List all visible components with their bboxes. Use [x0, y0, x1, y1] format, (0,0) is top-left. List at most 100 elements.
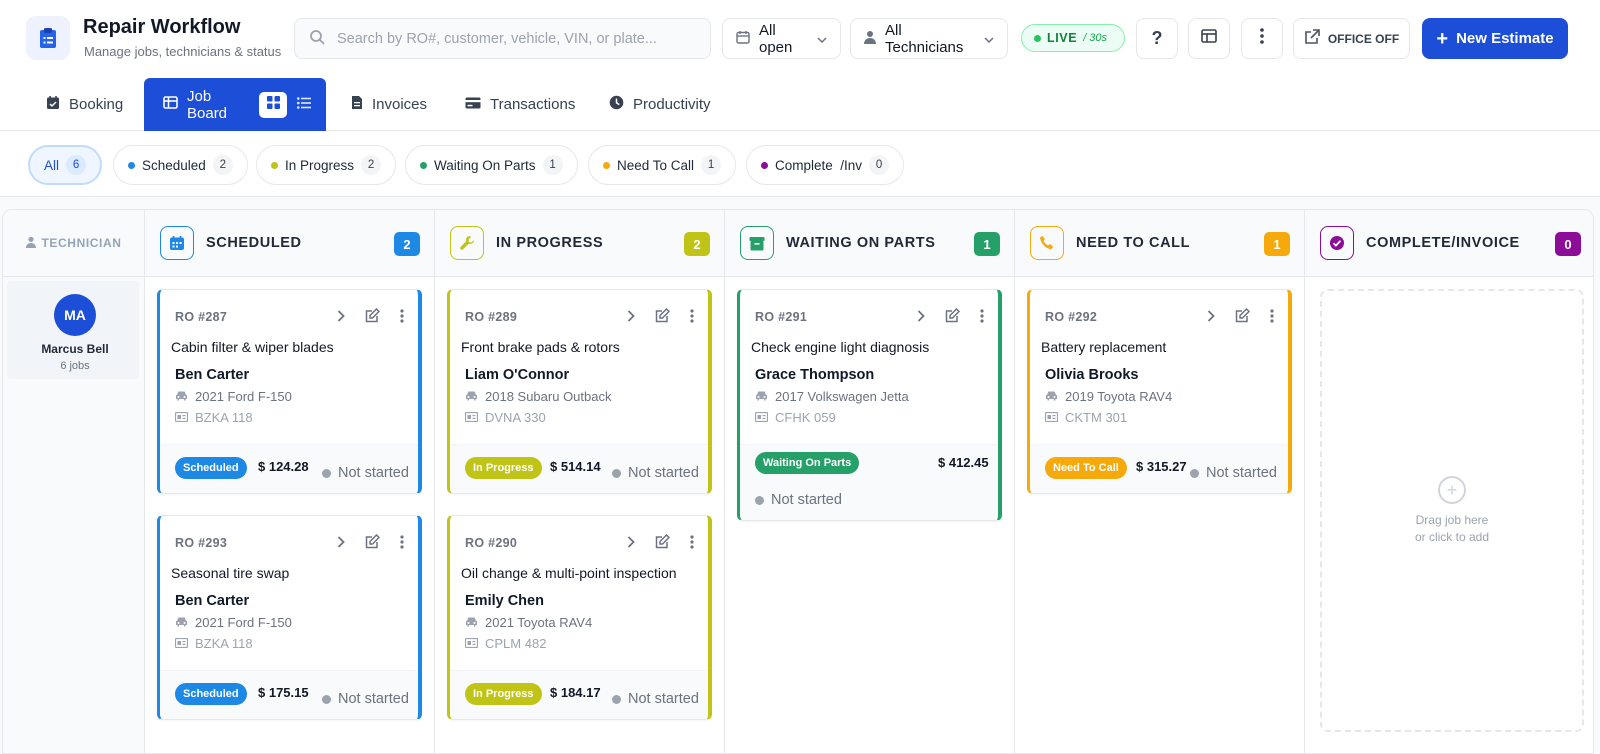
edit-icon[interactable] [655, 307, 671, 328]
edit-icon[interactable] [655, 533, 671, 554]
job-card[interactable]: RO #292 Battery replacement Olivia Brook… [1027, 289, 1292, 494]
status-dot [271, 161, 278, 169]
ro-number: RO #289 [465, 310, 518, 324]
technician-lane: MA Marcus Bell 6 jobs [3, 277, 145, 753]
technician-column-header: TECHNICIAN [3, 210, 145, 277]
more-vertical-icon[interactable] [980, 308, 984, 328]
status-dot [603, 161, 610, 169]
chip-label: Scheduled [142, 157, 206, 173]
service-description: Battery replacement [1041, 339, 1167, 355]
more-vertical-icon[interactable] [400, 534, 404, 554]
tab-productivity[interactable]: Productivity [609, 78, 711, 131]
more-vertical-icon[interactable] [400, 308, 404, 328]
technician-card[interactable]: MA Marcus Bell 6 jobs [7, 281, 139, 379]
progress-dot [755, 495, 764, 505]
list-view-button[interactable] [290, 92, 318, 118]
customer-name: Ben Carter [175, 593, 250, 609]
wrench-icon [450, 226, 484, 260]
more-vertical-icon[interactable] [690, 308, 694, 328]
service-description: Front brake pads & rotors [461, 339, 620, 355]
service-description: Seasonal tire swap [171, 565, 290, 581]
column-title: WAITING ON PARTS [786, 235, 936, 251]
new-estimate-button[interactable]: + New Estimate [1422, 18, 1568, 59]
tab-booking[interactable]: Booking [46, 78, 123, 131]
chevron-right-icon[interactable] [1207, 309, 1215, 327]
nav-tabs: Booking Job Board Invoices Transactions … [0, 78, 1600, 187]
drop-zone-line-2: or click to add [1414, 529, 1490, 544]
view-toggle [259, 91, 318, 118]
chip-scheduled[interactable]: Scheduled 2 [113, 145, 248, 185]
amount: $ 175.15 [258, 685, 309, 700]
more-button[interactable] [1241, 18, 1283, 59]
layout-button[interactable] [1188, 18, 1230, 59]
car-icon [465, 389, 478, 404]
edit-icon[interactable] [365, 533, 381, 554]
tab-invoices-label: Invoices [372, 96, 428, 113]
job-card[interactable]: RO #291 Check engine light diagnosis Gra… [737, 289, 1002, 521]
edit-icon[interactable] [365, 307, 381, 328]
chevron-right-icon[interactable] [337, 535, 345, 553]
chip-waiting-on-parts[interactable]: Waiting On Parts 1 [405, 145, 578, 185]
calendar-icon [736, 30, 750, 48]
car-icon [755, 389, 768, 404]
more-vertical-icon[interactable] [690, 534, 694, 554]
office-toggle-button[interactable]: OFFICE OFF [1293, 18, 1410, 59]
edit-icon[interactable] [1235, 307, 1251, 328]
column-title: IN PROGRESS [496, 235, 604, 251]
vehicle: 2018 Subaru Outback [485, 389, 612, 404]
chevron-down-icon [817, 30, 827, 47]
customer-name: Emily Chen [465, 593, 544, 609]
job-card[interactable]: RO #289 Front brake pads & rotors Liam O… [447, 289, 712, 494]
chevron-right-icon[interactable] [917, 309, 925, 327]
technician-filter-dropdown[interactable]: All Technicians [850, 18, 1008, 59]
tab-booking-label: Booking [69, 96, 124, 113]
column-header-complete-invoice: COMPLETE/INVOICE 0 [1305, 210, 1593, 277]
status-badge: Waiting On Parts [755, 452, 860, 474]
car-icon [175, 389, 188, 404]
customer-name: Grace Thompson [755, 367, 875, 383]
tab-transactions[interactable]: Transactions [465, 78, 575, 131]
chip-count: 6 [66, 155, 87, 175]
chip-label: In Progress [285, 157, 355, 173]
more-vertical-icon[interactable] [1270, 308, 1274, 328]
edit-icon[interactable] [945, 307, 961, 328]
chip-all[interactable]: All 6 [28, 145, 103, 185]
search-input[interactable] [337, 30, 697, 47]
chip-in-progress[interactable]: In Progress 2 [256, 145, 397, 185]
tab-invoices[interactable]: Invoices [351, 78, 427, 131]
job-card[interactable]: RO #287 Cabin filter & wiper blades Ben … [157, 289, 422, 494]
live-dot [1034, 34, 1041, 42]
help-button[interactable]: ? [1136, 18, 1178, 59]
license-plate: BZKA 118 [195, 410, 253, 425]
technician-name: Marcus Bell [41, 342, 109, 356]
vehicle: 2021 Ford F-150 [195, 615, 292, 630]
drop-zone-line-1: Drag job here [1415, 512, 1489, 527]
job-card[interactable]: RO #290 Oil change & multi-point inspect… [447, 515, 712, 720]
plate-icon [464, 410, 479, 425]
chevron-right-icon[interactable] [627, 535, 635, 553]
chip-complete-invoice[interactable]: Complete /Inv 0 [746, 145, 905, 185]
chevron-right-icon[interactable] [337, 309, 345, 327]
progress-status: Not started [771, 492, 842, 508]
chevron-right-icon[interactable] [627, 309, 635, 327]
progress-dot [612, 694, 621, 704]
app-subtitle: Manage jobs, technicians & status [84, 44, 282, 59]
live-indicator[interactable]: LIVE / 30s [1021, 24, 1125, 52]
job-card[interactable]: RO #293 Seasonal tire swap Ben Carter 20… [157, 515, 422, 720]
amount: $ 184.17 [550, 685, 601, 700]
chip-need-to-call[interactable]: Need To Call 1 [588, 145, 737, 185]
ro-number: RO #291 [755, 310, 808, 324]
search-box[interactable] [294, 18, 711, 59]
drop-zone[interactable]: + Drag job here or click to add [1320, 289, 1584, 732]
ro-number: RO #293 [175, 536, 228, 550]
grid-view-button[interactable] [259, 91, 287, 118]
car-icon [465, 615, 478, 630]
check-circle-icon [1320, 226, 1354, 260]
status-filter-dropdown[interactable]: All open [722, 18, 841, 59]
new-estimate-label: New Estimate [1456, 30, 1554, 47]
column-count: 1 [1264, 232, 1290, 256]
tab-job-board[interactable]: Job Board [144, 78, 326, 131]
calendar-icon [160, 226, 194, 260]
chip-label: All [44, 157, 60, 173]
plate-icon [174, 636, 189, 651]
